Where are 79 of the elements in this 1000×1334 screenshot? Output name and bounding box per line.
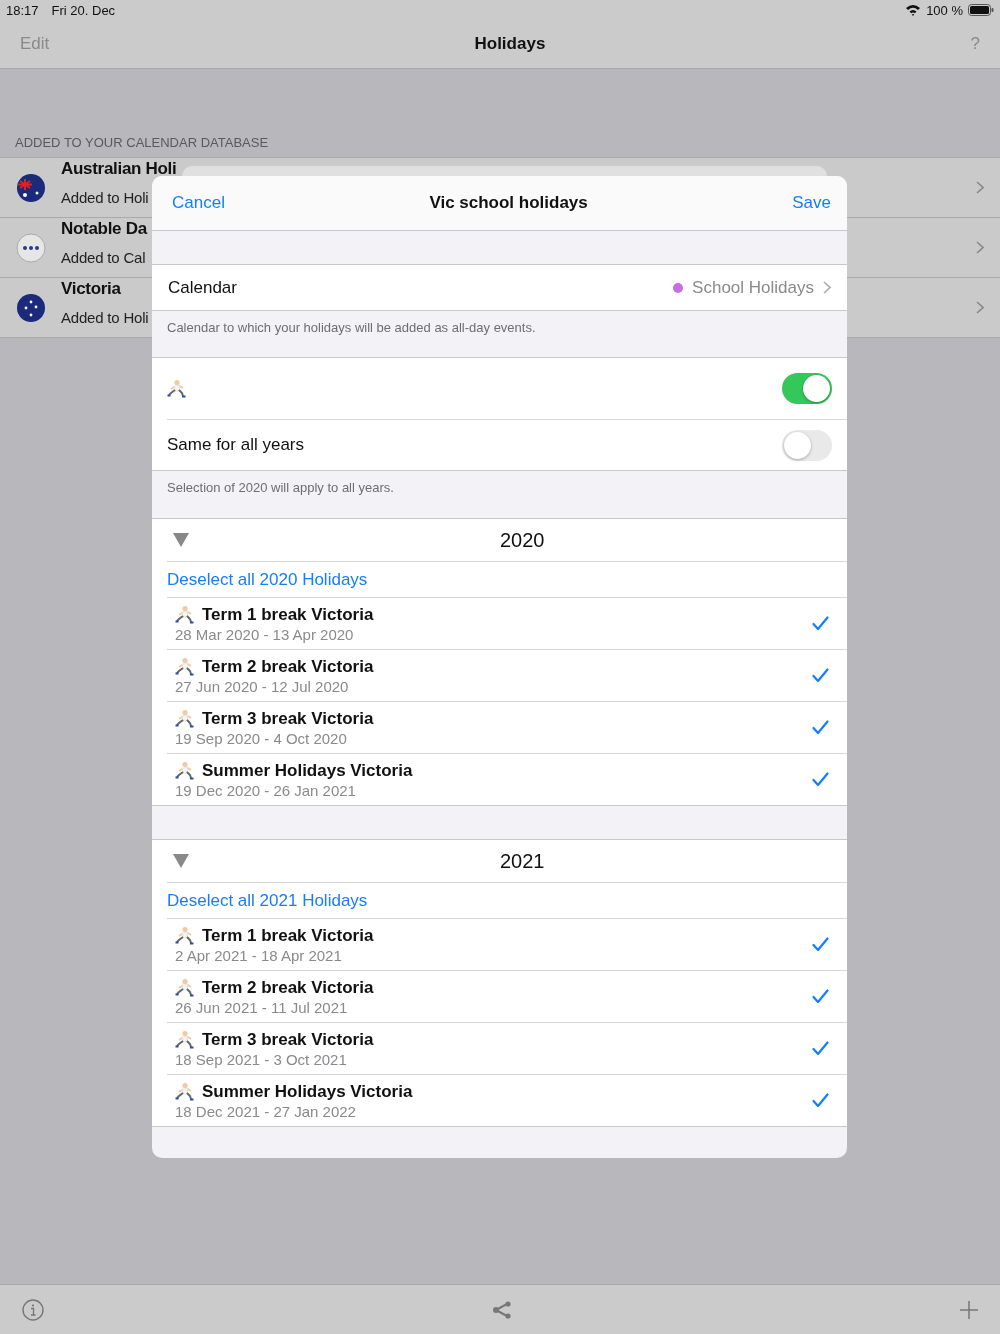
holiday-row[interactable]: Term 2 break Victoria 27 Jun 2020 - 12 Jul 2020	[167, 650, 847, 702]
calendar-value: School Holidays	[692, 277, 814, 298]
holiday-dates: 27 Jun 2020 - 12 Jul 2020	[175, 677, 350, 695]
holiday-dates: 26 Jun 2021 - 11 Jul 2021	[175, 998, 349, 1016]
holiday-row[interactable]: Summer Holidays Victoria 18 Dec 2021 - 27 Jan 2022	[167, 1075, 847, 1126]
save-button[interactable]: Save	[792, 193, 831, 213]
holiday-row[interactable]: Term 3 break Victoria 18 Sep 2021 - 3 Oct 2021	[167, 1023, 847, 1075]
calendar-name: Notable Da	[61, 220, 147, 237]
cancel-button[interactable]: Cancel	[172, 193, 225, 213]
status-date: Fri 20. Dec	[51, 2, 116, 18]
checkmark-icon	[812, 989, 829, 1004]
chevron-icon	[976, 301, 984, 314]
holiday-name: Term 1 break Victoria	[202, 925, 374, 946]
runner-icon	[175, 760, 195, 781]
calendar-subtitle: Added to Cal	[61, 249, 147, 267]
calendar-subtitle: Added to Holi	[61, 309, 149, 327]
flag-icon	[16, 172, 46, 203]
runner-icon	[175, 1029, 195, 1050]
holiday-name: Term 1 break Victoria	[202, 604, 374, 625]
checkmark-icon	[812, 1093, 829, 1108]
wifi-icon	[905, 4, 922, 16]
holiday-dates: 18 Dec 2021 - 27 Jan 2022	[175, 1102, 357, 1120]
nav-title: Holidays	[474, 34, 546, 54]
share-icon[interactable]	[492, 1300, 512, 1319]
year-header[interactable]: 2021	[167, 840, 847, 883]
more-icon	[16, 232, 46, 263]
battery-icon	[968, 4, 994, 16]
checkmark-icon	[812, 616, 829, 631]
runner-icon	[175, 1081, 195, 1102]
holiday-dates: 18 Sep 2021 - 3 Oct 2021	[175, 1050, 348, 1068]
holiday-name: Term 3 break Victoria	[202, 708, 374, 729]
checkmark-icon	[812, 1041, 829, 1056]
runner-icon	[175, 656, 195, 677]
holiday-row[interactable]: Term 1 break Victoria 28 Mar 2020 - 13 Apr 2020	[167, 598, 847, 650]
calendar-picker[interactable]: Calendar School Holidays	[152, 264, 847, 311]
stars-icon	[16, 292, 46, 323]
holiday-name: Summer Holidays Victoria	[202, 1081, 413, 1102]
disclosure-triangle-icon	[173, 533, 189, 547]
year-header[interactable]: 2020	[167, 519, 847, 562]
calendar-note: Calendar to which your holidays will be added as all-day events.	[166, 319, 537, 337]
holiday-row[interactable]: Term 3 break Victoria 19 Sep 2020 - 4 Oct 2020	[167, 702, 847, 754]
holiday-name: Term 2 break Victoria	[202, 977, 374, 998]
checkmark-icon	[812, 937, 829, 952]
chevron-icon	[976, 241, 984, 254]
calendar-name: Australian Holi	[61, 160, 177, 177]
runner-icon	[175, 708, 195, 729]
toggle-note: Selection of 2020 will apply to all years.	[166, 479, 395, 497]
section-header: ADDED TO YOUR CALENDAR DATABASE	[14, 135, 270, 152]
runner-icon	[175, 925, 195, 946]
holiday-name: Term 2 break Victoria	[202, 656, 374, 677]
add-icon[interactable]	[960, 1300, 978, 1319]
holiday-dates: 28 Mar 2020 - 13 Apr 2020	[175, 625, 355, 643]
chevron-icon	[976, 181, 984, 194]
status-time: 18:17	[6, 2, 39, 18]
calendar-subtitle: Added to Holi	[61, 189, 150, 207]
toggle-label: Same for all years	[167, 435, 304, 455]
holiday-row[interactable]: Term 2 break Victoria 26 Jun 2021 - 11 Jul 2021	[167, 971, 847, 1023]
chevron-icon	[823, 281, 831, 294]
holiday-row[interactable]: Summer Holidays Victoria 19 Dec 2020 - 26 Jan 2021	[167, 754, 847, 805]
deselect-all-link[interactable]: Deselect all 2021 Holidays	[167, 890, 368, 911]
calendar-name: Victoria	[61, 280, 122, 297]
modal-title: Vic school holidays	[429, 193, 588, 213]
holiday-name: Summer Holidays Victoria	[202, 760, 413, 781]
battery-percent: 100 %	[926, 2, 963, 18]
disclosure-triangle-icon	[173, 854, 189, 868]
info-icon[interactable]	[22, 1298, 44, 1321]
holiday-row[interactable]: Term 1 break Victoria 2 Apr 2021 - 18 Apr 2021	[167, 919, 847, 971]
toggle-switch[interactable]	[782, 373, 832, 404]
holiday-dates: 2 Apr 2021 - 18 Apr 2021	[175, 946, 343, 964]
toggle-switch[interactable]	[782, 429, 832, 461]
runner-icon	[175, 604, 195, 625]
holiday-dates: 19 Sep 2020 - 4 Oct 2020	[175, 729, 348, 747]
holiday-dates: 19 Dec 2020 - 26 Jan 2021	[175, 781, 357, 799]
checkmark-icon	[812, 668, 829, 683]
checkmark-icon	[812, 772, 829, 787]
runner-icon	[175, 977, 195, 998]
checkmark-icon	[812, 720, 829, 735]
holiday-name: Term 3 break Victoria	[202, 1029, 374, 1050]
deselect-all-link[interactable]: Deselect all 2020 Holidays	[167, 569, 368, 590]
